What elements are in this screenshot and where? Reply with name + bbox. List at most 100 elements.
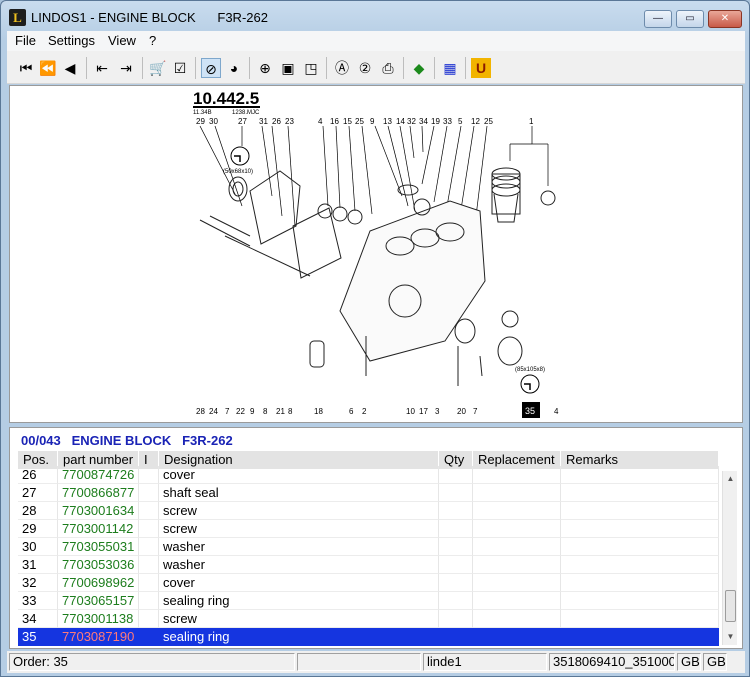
minimize-button[interactable]: — bbox=[644, 10, 672, 28]
cell-designation: cover bbox=[159, 466, 439, 484]
callout-bottom[interactable]: 7 bbox=[225, 407, 230, 416]
menu-view[interactable]: View bbox=[108, 33, 136, 48]
callout-top[interactable]: 9 bbox=[370, 117, 375, 126]
callout-top[interactable]: 14 bbox=[396, 117, 405, 126]
scroll-down-icon[interactable]: ▼ bbox=[725, 631, 736, 642]
table-row[interactable]: 34 7703001138 screw bbox=[18, 610, 719, 628]
callout-top[interactable]: 25 bbox=[484, 117, 493, 126]
callout-bottom[interactable]: 22 bbox=[236, 407, 245, 416]
zoom-icon[interactable]: ⊕ bbox=[255, 58, 275, 78]
page-corner-icon[interactable]: ◳ bbox=[301, 58, 321, 78]
toolbar-separator bbox=[403, 57, 404, 79]
highlighted-callout: 35 bbox=[525, 406, 535, 416]
callout-top[interactable]: 12 bbox=[471, 117, 480, 126]
cell-remarks bbox=[561, 628, 719, 646]
scroll-thumb[interactable] bbox=[725, 590, 736, 622]
first-icon[interactable]: ⏮ bbox=[16, 58, 36, 78]
a-circle-icon[interactable]: Ⓐ bbox=[332, 58, 352, 78]
scroll-up-icon[interactable]: ▲ bbox=[725, 473, 736, 484]
cell-replacement bbox=[473, 502, 561, 520]
callout-top[interactable]: 4 bbox=[318, 117, 323, 126]
cell-replacement bbox=[473, 538, 561, 556]
cell-pos: 28 bbox=[18, 502, 58, 520]
callout-bottom[interactable]: 20 bbox=[457, 407, 466, 416]
callout-bottom[interactable]: 8 bbox=[288, 407, 293, 416]
callout-top[interactable]: 16 bbox=[330, 117, 339, 126]
close-button[interactable]: ✕ bbox=[708, 10, 742, 28]
callout-top[interactable]: 26 bbox=[272, 117, 281, 126]
callout-top[interactable]: 13 bbox=[383, 117, 392, 126]
seal-callout-left: (50x68x10) bbox=[223, 146, 253, 175]
callout-top[interactable]: 34 bbox=[419, 117, 428, 126]
cell-i bbox=[139, 484, 159, 502]
print-icon[interactable]: ⎙ bbox=[378, 58, 398, 78]
callout-top[interactable]: 1 bbox=[529, 117, 534, 126]
book-icon[interactable]: ◆ bbox=[409, 58, 429, 78]
forward-doc-icon[interactable]: ⇥ bbox=[116, 58, 136, 78]
callout-bottom[interactable]: 28 bbox=[196, 407, 205, 416]
table-row[interactable]: 35 7703087190 sealing ring bbox=[18, 628, 719, 646]
menu-settings[interactable]: Settings bbox=[48, 33, 95, 48]
app-logo-icon[interactable]: L bbox=[9, 9, 26, 26]
status-lang-1: GB bbox=[677, 653, 701, 671]
exploded-view-pane[interactable]: 10.442.5 11.34B 1238.MJC 29 30 27 31 26 23 4 16… bbox=[9, 85, 743, 423]
table-row[interactable]: 33 7703065157 sealing ring bbox=[18, 592, 719, 610]
parts-scrollbar[interactable]: ▲ ▼ bbox=[722, 471, 737, 645]
table-row[interactable]: 28 7703001634 screw bbox=[18, 502, 719, 520]
callout-top[interactable]: 19 bbox=[431, 117, 440, 126]
menu-file[interactable]: File bbox=[15, 33, 36, 48]
callout-top[interactable]: 15 bbox=[343, 117, 352, 126]
prev-fast-icon[interactable]: ⏪ bbox=[38, 58, 58, 78]
status-order: Order: 35 bbox=[9, 653, 295, 671]
callout-top[interactable]: 33 bbox=[443, 117, 452, 126]
cell-i bbox=[139, 610, 159, 628]
globe-icon[interactable]: ◕ bbox=[224, 58, 244, 78]
callout-top[interactable]: 25 bbox=[355, 117, 364, 126]
callout-bottom[interactable]: 10 bbox=[406, 407, 415, 416]
engine-block-drawing[interactable]: 10.442.5 11.34B 1238.MJC 29 30 27 31 26 23 4 16… bbox=[10, 86, 744, 424]
checklist-icon[interactable]: ☑ bbox=[170, 58, 190, 78]
table-row[interactable]: 31 7703053036 washer bbox=[18, 556, 719, 574]
callout-bottom[interactable]: 6 bbox=[349, 407, 354, 416]
callout-top[interactable]: 27 bbox=[238, 117, 247, 126]
cell-qty bbox=[439, 520, 473, 538]
cell-qty bbox=[439, 502, 473, 520]
table-row[interactable]: 29 7703001142 screw bbox=[18, 520, 719, 538]
u-icon[interactable]: U bbox=[471, 58, 491, 78]
table-row[interactable]: 30 7703055031 washer bbox=[18, 538, 719, 556]
callout-bottom[interactable]: 17 bbox=[419, 407, 428, 416]
callout-bottom[interactable]: 4 bbox=[554, 407, 559, 416]
callout-bottom[interactable]: 7 bbox=[473, 407, 478, 416]
page-icon[interactable]: ▣ bbox=[278, 58, 298, 78]
callout-top[interactable]: 30 bbox=[209, 117, 218, 126]
callout-top[interactable]: 29 bbox=[196, 117, 205, 126]
prev-icon[interactable]: ◀ bbox=[60, 58, 80, 78]
callout-bottom[interactable]: 9 bbox=[250, 407, 255, 416]
back-doc-icon[interactable]: ⇤ bbox=[92, 58, 112, 78]
maximize-button[interactable]: ▭ bbox=[676, 10, 704, 28]
callout-top[interactable]: 32 bbox=[407, 117, 416, 126]
grid-icon[interactable]: ▦ bbox=[440, 58, 460, 78]
callout-top[interactable]: 23 bbox=[285, 117, 294, 126]
filter-icon[interactable]: ⊘ bbox=[201, 58, 221, 78]
help-icon[interactable]: ② bbox=[355, 58, 375, 78]
callout-bottom[interactable]: 2 bbox=[362, 407, 367, 416]
cart-icon[interactable]: 🛒 bbox=[148, 58, 168, 78]
drawing-ref-sub-left: 11.34B bbox=[193, 110, 212, 116]
callout-bottom[interactable]: 3 bbox=[435, 407, 440, 416]
cell-remarks bbox=[561, 592, 719, 610]
callout-top[interactable]: 5 bbox=[458, 117, 463, 126]
table-row[interactable]: 32 7700698962 cover bbox=[18, 574, 719, 592]
cell-remarks bbox=[561, 520, 719, 538]
callout-bottom[interactable]: 24 bbox=[209, 407, 218, 416]
cell-part-number: 7703001634 bbox=[58, 502, 139, 520]
title-bar[interactable]: L LINDOS1 - ENGINE BLOCK F3R-262 — ▭ ✕ bbox=[1, 1, 749, 31]
menu-help[interactable]: ? bbox=[149, 33, 156, 48]
callout-bottom[interactable]: 21 bbox=[276, 407, 285, 416]
table-row[interactable]: 26 7700874726 cover bbox=[18, 466, 719, 484]
cell-pos: 32 bbox=[18, 574, 58, 592]
table-row[interactable]: 27 7700866877 shaft seal bbox=[18, 484, 719, 502]
callout-bottom[interactable]: 18 bbox=[314, 407, 323, 416]
callout-bottom[interactable]: 8 bbox=[263, 407, 268, 416]
callout-top[interactable]: 31 bbox=[259, 117, 268, 126]
